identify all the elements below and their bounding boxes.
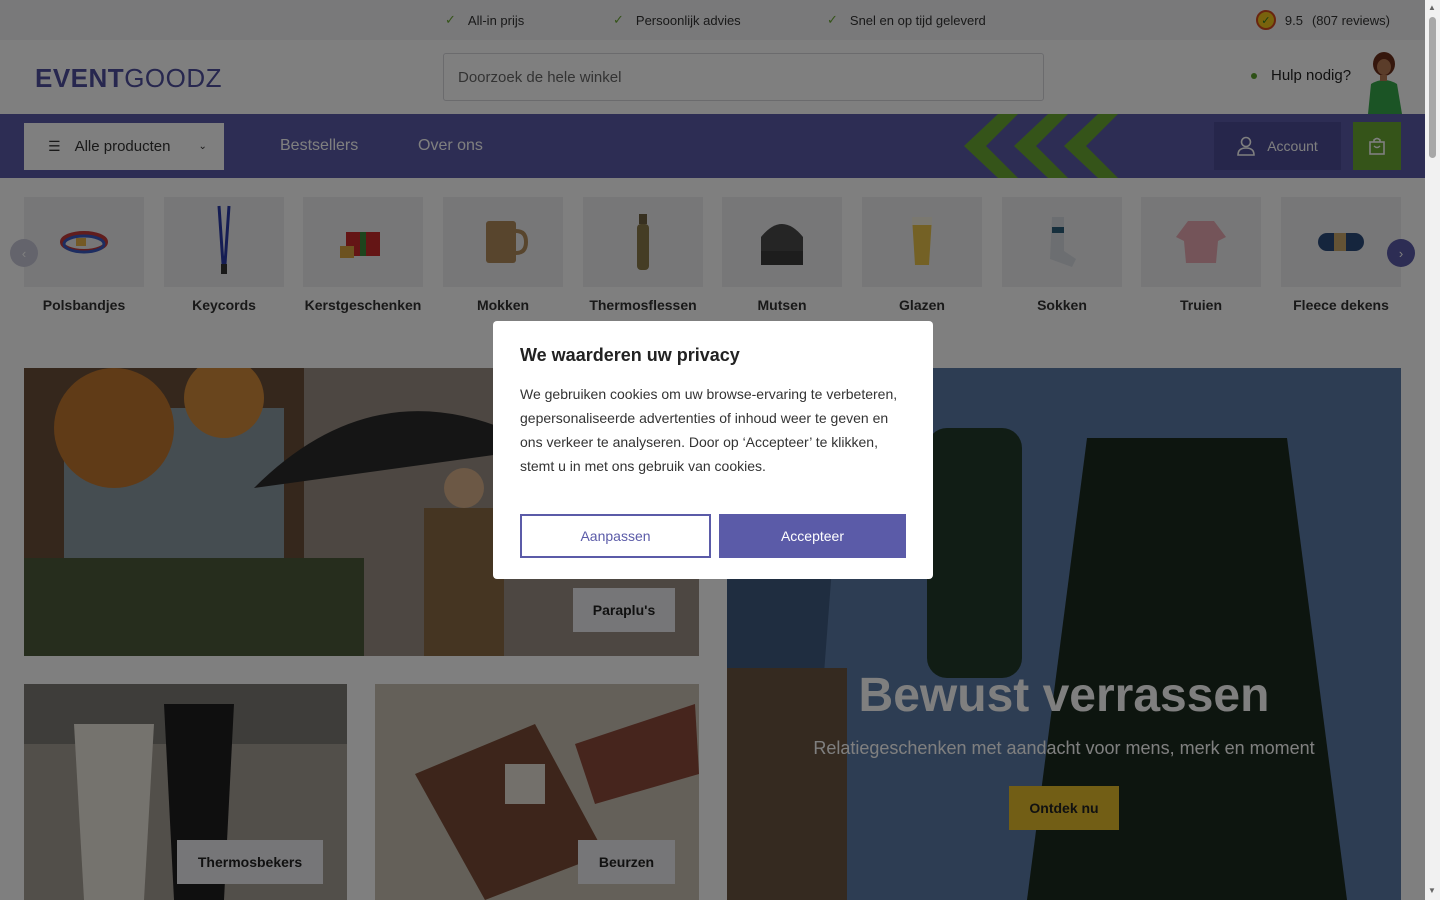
cookie-title: We waarderen uw privacy [520,345,740,365]
scroll-down-icon[interactable]: ▼ [1428,886,1436,895]
accept-cookies-button[interactable]: Accepteer [719,514,906,558]
cookie-actions: Aanpassen Accepteer [520,514,906,558]
scrollbar-thumb[interactable] [1429,17,1436,158]
page-scrollbar[interactable]: ▲ ▼ [1425,0,1440,900]
cookie-consent-dialog: We waarderen uw privacy We gebruiken coo… [493,321,933,579]
scroll-up-icon[interactable]: ▲ [1428,3,1436,12]
customize-cookies-button[interactable]: Aanpassen [520,514,711,558]
cookie-body: We gebruiken cookies om uw browse-ervari… [520,386,898,474]
